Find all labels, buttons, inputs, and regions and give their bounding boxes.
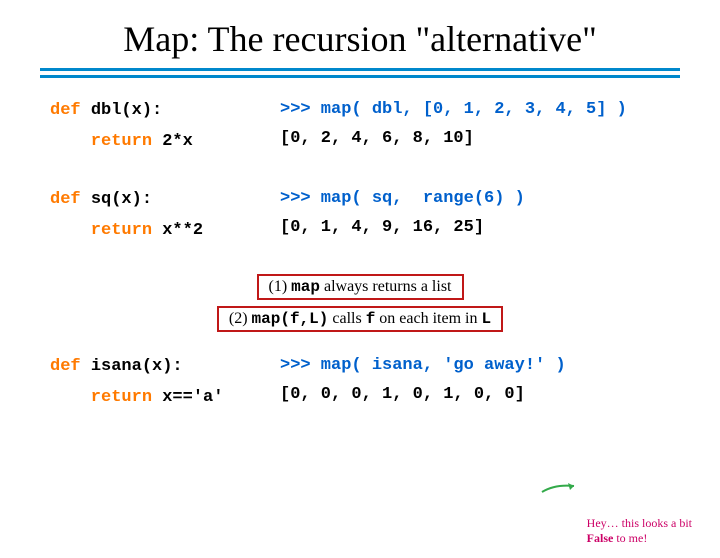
mono: map(f,L) xyxy=(252,310,329,328)
kw-return: return xyxy=(50,221,162,240)
annot-false: False xyxy=(587,531,614,545)
annot-line2b: to me! xyxy=(613,531,647,545)
example-sq: def sq(x): return x**2 >>> map( sq, rang… xyxy=(50,185,670,246)
body: 2*x xyxy=(162,132,193,151)
repl-call: >>> map( isana, 'go away!' ) xyxy=(280,356,566,375)
sig: isana(x): xyxy=(91,357,183,376)
body: x**2 xyxy=(162,221,203,240)
repl-call: >>> map( dbl, [0, 1, 2, 3, 4, 5] ) xyxy=(280,100,627,119)
code-def-isana: def isana(x): return x=='a' xyxy=(50,352,280,413)
example-isana: def isana(x): return x=='a' >>> map( isa… xyxy=(50,352,670,413)
kw-def: def xyxy=(50,190,91,209)
t: on each item in xyxy=(375,310,481,327)
annotation: Hey… this looks a bit False to me! xyxy=(587,516,692,546)
sig: sq(x): xyxy=(91,190,152,209)
slide-body: def dbl(x): return 2*x >>> map( dbl, [0,… xyxy=(0,78,720,414)
body: x=='a' xyxy=(162,388,223,407)
t: calls xyxy=(328,310,365,327)
repl-output: [0, 0, 0, 1, 0, 1, 0, 0] xyxy=(280,385,525,404)
example-dbl: def dbl(x): return 2*x >>> map( dbl, [0,… xyxy=(50,96,670,157)
kw-def: def xyxy=(50,101,91,120)
note-2: (2) map(f,L) calls f on each item in L xyxy=(217,306,503,332)
mono: f xyxy=(366,310,376,328)
kw-def: def xyxy=(50,357,91,376)
arrow-icon xyxy=(540,482,580,494)
annot-line1: Hey… this looks a bit xyxy=(587,516,692,530)
note-1: (1) map always returns a list xyxy=(257,274,464,300)
t: (2) xyxy=(229,310,252,327)
code-def-dbl: def dbl(x): return 2*x xyxy=(50,96,280,157)
t: (1) xyxy=(269,278,292,295)
sig: dbl(x): xyxy=(91,101,162,120)
code-call-dbl: >>> map( dbl, [0, 1, 2, 3, 4, 5] ) [0, 2… xyxy=(280,96,670,157)
t: always returns a list xyxy=(320,278,452,295)
mono: L xyxy=(481,310,491,328)
repl-output: [0, 1, 4, 9, 16, 25] xyxy=(280,218,484,237)
mono: map xyxy=(291,278,320,296)
code-call-sq: >>> map( sq, range(6) ) [0, 1, 4, 9, 16,… xyxy=(280,185,670,246)
slide-title: Map: The recursion "alternative" xyxy=(0,18,720,60)
repl-output: [0, 2, 4, 6, 8, 10] xyxy=(280,129,474,148)
code-call-isana: >>> map( isana, 'go away!' ) [0, 0, 0, 1… xyxy=(280,352,670,413)
kw-return: return xyxy=(50,388,162,407)
code-def-sq: def sq(x): return x**2 xyxy=(50,185,280,246)
kw-return: return xyxy=(50,132,162,151)
repl-call: >>> map( sq, range(6) ) xyxy=(280,189,525,208)
notes-block: (1) map always returns a list (2) map(f,… xyxy=(50,274,670,332)
